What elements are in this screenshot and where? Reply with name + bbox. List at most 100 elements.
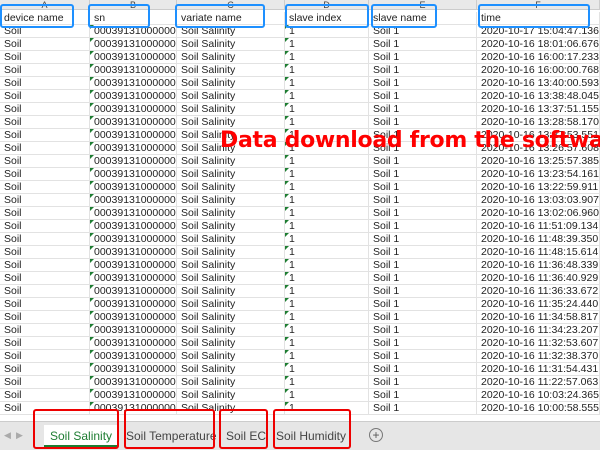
cell-sn[interactable]: 000391310000000C [90,350,177,363]
cell-slave-name[interactable]: Soil 1 [369,311,477,324]
cell-variate-name[interactable]: Soil Salinity [177,220,285,233]
cell-device-name[interactable]: Soil [0,259,90,272]
cell-variate-name[interactable]: Soil Salinity [177,350,285,363]
cell-time[interactable]: 2020-10-16 11:48:39.350 [477,233,600,246]
cell-variate-name[interactable]: Soil Salinity [177,51,285,64]
cell-slave-name[interactable]: Soil 1 [369,272,477,285]
cell-variate-name[interactable]: Soil Salinity [177,64,285,77]
cell-slave-index[interactable]: 1 [285,337,369,350]
next-sheet-icon[interactable]: ▶ [16,430,23,441]
cell-slave-name[interactable]: Soil 1 [369,194,477,207]
cell-slave-index[interactable]: 1 [285,168,369,181]
cell-slave-index[interactable]: 1 [285,350,369,363]
cell-device-name[interactable]: Soil [0,181,90,194]
cell-variate-name[interactable]: Soil Salinity [177,207,285,220]
cell-device-name[interactable]: Soil [0,103,90,116]
cell-variate-name[interactable]: Soil Salinity [177,324,285,337]
cell-slave-index[interactable]: 1 [285,363,369,376]
cell-time[interactable]: 2020-10-16 11:31:54.431 [477,363,600,376]
cell-variate-name[interactable]: Soil Salinity [177,298,285,311]
cell-sn[interactable]: 000391310000000C [90,77,177,90]
cell-device-name[interactable]: Soil [0,38,90,51]
cell-device-name[interactable]: Soil [0,272,90,285]
cell-time[interactable]: 2020-10-16 13:38:48.045 [477,90,600,103]
cell-device-name[interactable]: Soil [0,298,90,311]
cell-device-name[interactable]: Soil [0,129,90,142]
cell-sn[interactable]: 000391310000000C [90,51,177,64]
cell-sn[interactable]: 000391310000000C [90,298,177,311]
cell-sn[interactable]: 000391310000000C [90,103,177,116]
cell-time[interactable]: 2020-10-16 11:34:23.207 [477,324,600,337]
cell-device-name[interactable]: Soil [0,233,90,246]
cell-sn[interactable]: 000391310000000C [90,389,177,402]
cell-time[interactable]: 2020-10-16 11:32:53.607 [477,337,600,350]
cell-time[interactable]: 2020-10-16 10:00:58.555 [477,402,600,415]
cell-time[interactable]: 2020-10-16 13:23:54.161 [477,168,600,181]
cell-sn[interactable]: 000391310000000C [90,363,177,376]
cell-sn[interactable]: 000391310000000C [90,64,177,77]
cell-slave-name[interactable]: Soil 1 [369,246,477,259]
cell-time[interactable]: 2020-10-16 11:22:57.063 [477,376,600,389]
cell-slave-name[interactable]: Soil 1 [369,103,477,116]
cell-variate-name[interactable]: Soil Salinity [177,194,285,207]
cell-device-name[interactable]: Soil [0,311,90,324]
cell-slave-index[interactable]: 1 [285,220,369,233]
cell-slave-index[interactable]: 1 [285,389,369,402]
cell-slave-name[interactable]: Soil 1 [369,324,477,337]
cell-time[interactable]: 2020-10-16 18:01:06.676 [477,38,600,51]
cell-time[interactable]: 2020-10-16 11:36:48.339 [477,259,600,272]
cell-variate-name[interactable]: Soil Salinity [177,259,285,272]
cell-slave-index[interactable]: 1 [285,51,369,64]
cell-variate-name[interactable]: Soil Salinity [177,376,285,389]
cell-sn[interactable]: 000391310000000C [90,155,177,168]
cell-device-name[interactable]: Soil [0,376,90,389]
cell-sn[interactable]: 000391310000000C [90,220,177,233]
cell-slave-index[interactable]: 1 [285,64,369,77]
cell-slave-index[interactable]: 1 [285,181,369,194]
cell-sn[interactable]: 000391310000000C [90,90,177,103]
cell-sn[interactable]: 000391310000000C [90,207,177,220]
cell-slave-name[interactable]: Soil 1 [369,38,477,51]
cell-slave-index[interactable]: 1 [285,38,369,51]
cell-time[interactable]: 2020-10-16 10:03:24.365 [477,389,600,402]
prev-sheet-icon[interactable]: ◀ [4,430,11,441]
cell-slave-name[interactable]: Soil 1 [369,168,477,181]
cell-slave-name[interactable]: Soil 1 [369,64,477,77]
cell-device-name[interactable]: Soil [0,168,90,181]
cell-variate-name[interactable]: Soil Salinity [177,272,285,285]
cell-variate-name[interactable]: Soil Salinity [177,311,285,324]
cell-device-name[interactable]: Soil [0,142,90,155]
cell-sn[interactable]: 000391310000000C [90,311,177,324]
cell-sn[interactable]: 000391310000000C [90,285,177,298]
cell-time[interactable]: 2020-10-16 13:40:00.593 [477,77,600,90]
cell-time[interactable]: 2020-10-16 13:02:06.960 [477,207,600,220]
cell-slave-index[interactable]: 1 [285,272,369,285]
cell-device-name[interactable]: Soil [0,220,90,233]
cell-device-name[interactable]: Soil [0,324,90,337]
cell-slave-index[interactable]: 1 [285,259,369,272]
cell-slave-name[interactable]: Soil 1 [369,285,477,298]
cell-slave-index[interactable]: 1 [285,194,369,207]
cell-time[interactable]: 2020-10-16 13:25:57.385 [477,155,600,168]
cell-variate-name[interactable]: Soil Salinity [177,90,285,103]
cell-device-name[interactable]: Soil [0,116,90,129]
cell-sn[interactable]: 000391310000000C [90,181,177,194]
cell-variate-name[interactable]: Soil Salinity [177,233,285,246]
cell-variate-name[interactable]: Soil Salinity [177,337,285,350]
cell-variate-name[interactable]: Soil Salinity [177,103,285,116]
cell-device-name[interactable]: Soil [0,155,90,168]
cell-time[interactable]: 2020-10-16 11:32:38.370 [477,350,600,363]
cell-variate-name[interactable]: Soil Salinity [177,246,285,259]
cell-sn[interactable]: 000391310000000C [90,376,177,389]
cell-sn[interactable]: 000391310000000C [90,233,177,246]
cell-sn[interactable]: 000391310000000C [90,259,177,272]
cell-sn[interactable]: 000391310000000C [90,246,177,259]
cell-sn[interactable]: 000391310000000C [90,116,177,129]
cell-sn[interactable]: 000391310000000C [90,194,177,207]
cell-slave-name[interactable]: Soil 1 [369,337,477,350]
cell-device-name[interactable]: Soil [0,363,90,376]
cell-slave-name[interactable]: Soil 1 [369,181,477,194]
cell-time[interactable]: 2020-10-16 11:36:40.929 [477,272,600,285]
cell-variate-name[interactable]: Soil Salinity [177,77,285,90]
cell-device-name[interactable]: Soil [0,51,90,64]
